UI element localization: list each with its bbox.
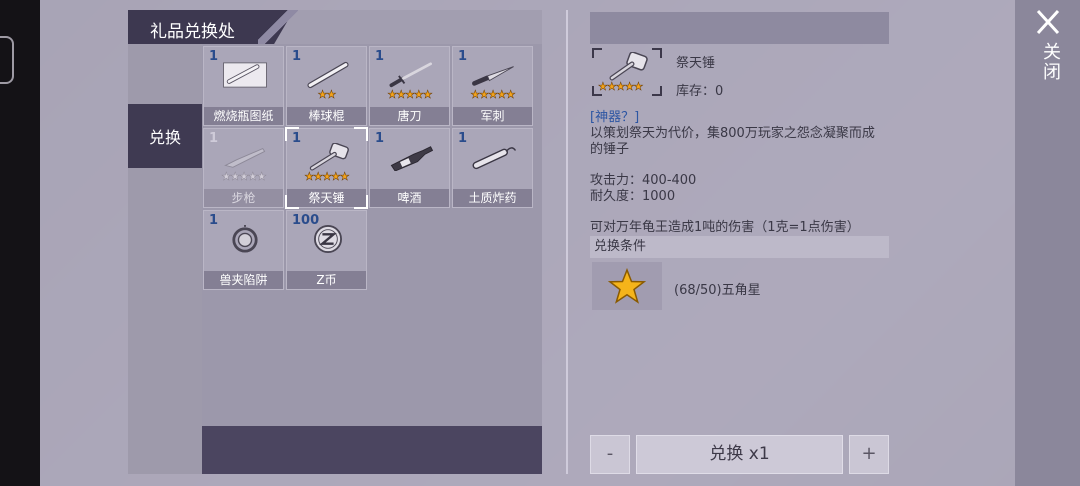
item-cell[interactable]: 1 啤酒 xyxy=(369,128,450,208)
item-cell[interactable]: 1 ★★ 棒球棍 xyxy=(286,46,367,126)
item-count: 1 xyxy=(375,131,385,146)
selection-corner xyxy=(354,127,368,141)
selection-corner xyxy=(285,195,299,209)
left-edge-strip xyxy=(0,0,40,486)
item-stars: ★★★★★ xyxy=(387,88,433,102)
blueprint-icon xyxy=(223,62,267,88)
condition-text: (68/50)五角星 xyxy=(674,283,761,298)
detail-stars: ★★★★★ xyxy=(598,80,644,94)
katana-icon xyxy=(389,62,432,88)
frame-corner xyxy=(652,86,662,96)
panel-title-bar: 礼品兑换处 xyxy=(128,10,542,44)
item-cell[interactable]: 100 Z币 xyxy=(286,210,367,290)
item-cell[interactable]: 1 ★★★★★ 祭天锤 xyxy=(285,127,368,209)
item-count: 1 xyxy=(458,49,468,64)
item-name: 棒球棍 xyxy=(287,107,366,125)
item-count: 1 xyxy=(375,49,385,64)
frame-corner xyxy=(592,48,602,58)
side-menu-handle[interactable] xyxy=(0,36,14,84)
item-name: 土质炸药 xyxy=(453,189,532,207)
item-cell[interactable]: 1 土质炸药 xyxy=(452,128,533,208)
item-count: 1 xyxy=(458,131,468,146)
category-column: 兑换 xyxy=(128,44,202,474)
item-name: 兽夹陷阱 xyxy=(204,271,283,289)
hammer-icon xyxy=(609,52,648,81)
detail-description-line2: 的锤子 xyxy=(590,142,630,157)
item-cell[interactable]: 1 兽夹陷阱 xyxy=(203,210,284,290)
bayonet-icon xyxy=(472,66,514,86)
detail-stock: 库存：0 xyxy=(676,84,724,99)
title-tab-accent xyxy=(258,10,298,44)
item-stars: ★★ xyxy=(317,88,336,102)
condition-header: 兑换条件 xyxy=(590,236,889,258)
star-icon xyxy=(608,268,646,304)
increase-button[interactable]: + xyxy=(849,435,889,474)
item-stars: ★★★★★ xyxy=(470,88,516,102)
item-stars: ★★★★★ xyxy=(304,170,350,184)
detail-header-bar xyxy=(590,12,889,44)
detail-effect: 可对万年龟王造成1吨的伤害（1克=1点伤害） xyxy=(590,220,860,235)
item-name: 啤酒 xyxy=(370,189,449,207)
selection-corner xyxy=(285,127,299,141)
panel-divider xyxy=(566,10,568,474)
item-name: 步枪 xyxy=(204,189,283,207)
item-count: 1 xyxy=(292,49,302,64)
item-count: 1 xyxy=(209,131,219,146)
rifle-icon xyxy=(224,148,266,168)
item-count: 1 xyxy=(209,49,219,64)
exchange-button[interactable]: 兑换 x1 xyxy=(636,435,843,474)
detail-description-line1: 以策划祭天为代价，集800万玩家之怨念凝聚而成 xyxy=(590,126,875,141)
item-grid: 1 燃烧瓶图纸 1 ★★ 棒球棍 1 ★★★★★ 唐刀 1 ★★★★★ 军刺 1 ★★★★★ 步枪 1 ★★★… xyxy=(202,44,542,426)
tab-exchange-label: 兑换 xyxy=(148,128,181,147)
item-name: Z币 xyxy=(287,271,366,289)
condition-title: 兑换条件 xyxy=(594,239,647,254)
item-cell[interactable]: 1 燃烧瓶图纸 xyxy=(203,46,284,126)
frame-corner xyxy=(652,48,662,58)
detail-item-icon-frame: ★★★★★ xyxy=(592,48,662,96)
grid-bottom-bar xyxy=(202,426,542,474)
item-cell[interactable]: 1 ★★★★★ 唐刀 xyxy=(369,46,450,126)
tab-exchange[interactable]: 兑换 xyxy=(128,104,202,168)
selection-corner xyxy=(354,195,368,209)
close-column[interactable]: 关闭 xyxy=(1015,0,1080,486)
condition-item-frame xyxy=(592,262,662,310)
decrease-button[interactable]: - xyxy=(590,435,630,474)
item-name: 唐刀 xyxy=(370,107,449,125)
item-cell[interactable]: 1 ★★★★★ 军刺 xyxy=(452,46,533,126)
detail-item-name: 祭天锤 xyxy=(676,56,716,71)
item-count: 1 xyxy=(209,213,219,228)
bear-trap-icon xyxy=(232,225,258,253)
close-label[interactable]: 关闭 xyxy=(1037,42,1063,82)
z-coin-icon xyxy=(314,225,342,253)
item-name: 军刺 xyxy=(453,107,532,125)
item-stars: ★★★★★ xyxy=(221,170,267,184)
item-name: 燃烧瓶图纸 xyxy=(204,107,283,125)
detail-durability: 耐久度：1000 xyxy=(590,189,676,204)
item-cell[interactable]: 1 ★★★★★ 步枪 xyxy=(203,128,284,208)
close-icon[interactable] xyxy=(1035,8,1061,36)
baseball-bat-icon xyxy=(307,61,349,89)
gift-list-panel: 礼品兑换处 兑换 1 燃烧瓶图纸 1 ★★ 棒球棍 1 ★★★★★ 唐刀 1 ★★★★★ 军刺 1 ★★… xyxy=(128,10,542,474)
dynamite-icon xyxy=(472,147,517,170)
panel-title: 礼品兑换处 xyxy=(150,22,235,42)
hammer-icon xyxy=(309,143,349,171)
beer-bottle-icon xyxy=(390,146,434,171)
